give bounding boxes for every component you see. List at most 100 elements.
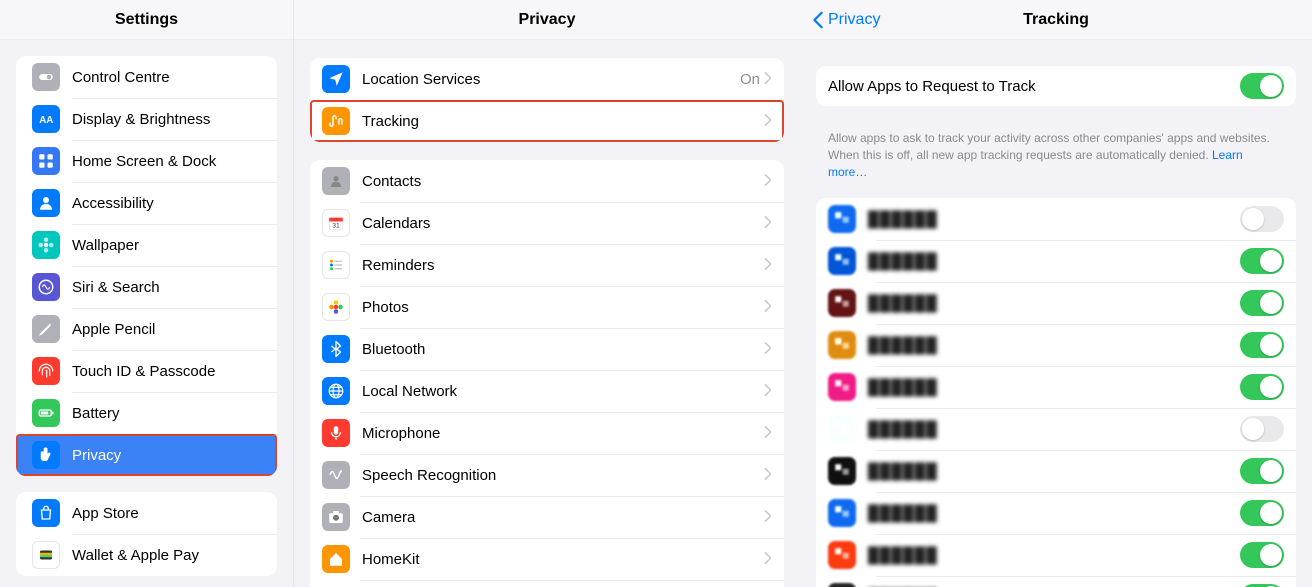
app-row[interactable]: ██████: [816, 576, 1296, 587]
row-label: Calendars: [362, 215, 764, 232]
app-row[interactable]: ██████: [816, 366, 1296, 408]
row-label: Speech Recognition: [362, 467, 764, 484]
app-label: ██████: [868, 379, 1240, 396]
row-contacts[interactable]: Contacts: [310, 160, 784, 202]
app-icon: [828, 457, 856, 485]
chevron-left-icon: [812, 11, 824, 29]
app-toggle[interactable]: [1240, 416, 1284, 442]
row-label: Microphone: [362, 425, 764, 442]
speech-icon: [322, 461, 350, 489]
row-location[interactable]: Location ServicesOn: [310, 58, 784, 100]
app-toggle[interactable]: [1240, 206, 1284, 232]
app-row[interactable]: ██████: [816, 534, 1296, 576]
accessibility-icon: [32, 189, 60, 217]
row-appstore[interactable]: App Store: [16, 492, 277, 534]
allow-apps-toggle[interactable]: [1240, 73, 1284, 99]
row-media[interactable]: Media & Apple Music: [310, 580, 784, 587]
row-siri[interactable]: Siri & Search: [16, 266, 277, 308]
control-centre-icon: [32, 63, 60, 91]
row-localnetwork[interactable]: Local Network: [310, 370, 784, 412]
row-speech[interactable]: Speech Recognition: [310, 454, 784, 496]
chevron-right-icon: [764, 257, 772, 274]
chevron-right-icon: [764, 113, 772, 130]
row-label: Local Network: [362, 383, 764, 400]
back-button[interactable]: Privacy: [812, 11, 880, 29]
back-label: Privacy: [828, 11, 880, 29]
home-screen-icon: [32, 147, 60, 175]
app-row[interactable]: ██████: [816, 450, 1296, 492]
row-touchid[interactable]: Touch ID & Passcode: [16, 350, 277, 392]
row-label: Display & Brightness: [72, 111, 265, 128]
homekit-icon: [322, 545, 350, 573]
row-display[interactable]: Display & Brightness: [16, 98, 277, 140]
row-label: Privacy: [72, 447, 265, 464]
bluetooth-icon: [322, 335, 350, 363]
touchid-icon: [32, 357, 60, 385]
app-label: ██████: [868, 295, 1240, 312]
row-camera[interactable]: Camera: [310, 496, 784, 538]
row-label: Photos: [362, 299, 764, 316]
app-label: ██████: [868, 253, 1240, 270]
contacts-icon: [322, 167, 350, 195]
row-label: Wallpaper: [72, 237, 265, 254]
pencil-icon: [32, 315, 60, 343]
app-toggle[interactable]: [1240, 500, 1284, 526]
app-toggle[interactable]: [1240, 248, 1284, 274]
allow-apps-label: Allow Apps to Request to Track: [828, 78, 1240, 95]
settings-title: Settings: [115, 11, 178, 29]
row-calendars[interactable]: Calendars: [310, 202, 784, 244]
row-label: App Store: [72, 505, 265, 522]
app-icon: [828, 247, 856, 275]
display-icon: [32, 105, 60, 133]
row-accessibility[interactable]: Accessibility: [16, 182, 277, 224]
row-value: On: [740, 71, 760, 88]
app-row[interactable]: ██████: [816, 240, 1296, 282]
privacy-title: Privacy: [519, 11, 576, 29]
row-control-centre[interactable]: Control Centre: [16, 56, 277, 98]
row-photos[interactable]: Photos: [310, 286, 784, 328]
row-label: Control Centre: [72, 69, 265, 86]
app-icon: [828, 499, 856, 527]
row-home-screen[interactable]: Home Screen & Dock: [16, 140, 277, 182]
row-wallet[interactable]: Wallet & Apple Pay: [16, 534, 277, 576]
row-privacy[interactable]: Privacy: [16, 434, 277, 476]
chevron-right-icon: [764, 509, 772, 526]
chevron-right-icon: [764, 341, 772, 358]
row-homekit[interactable]: HomeKit: [310, 538, 784, 580]
row-pencil[interactable]: Apple Pencil: [16, 308, 277, 350]
chevron-right-icon: [764, 551, 772, 568]
app-toggle[interactable]: [1240, 374, 1284, 400]
row-label: Battery: [72, 405, 265, 422]
row-label: Location Services: [362, 71, 740, 88]
row-reminders[interactable]: Reminders: [310, 244, 784, 286]
app-row[interactable]: ██████: [816, 198, 1296, 240]
row-label: Tracking: [362, 113, 764, 130]
app-label: ██████: [868, 211, 1240, 228]
app-toggle[interactable]: [1240, 332, 1284, 358]
row-tracking[interactable]: Tracking: [310, 100, 784, 142]
row-wallpaper[interactable]: Wallpaper: [16, 224, 277, 266]
app-icon: [828, 331, 856, 359]
reminders-icon: [322, 251, 350, 279]
row-battery[interactable]: Battery: [16, 392, 277, 434]
calendars-icon: [322, 209, 350, 237]
app-row[interactable]: ██████: [816, 282, 1296, 324]
battery-icon: [32, 399, 60, 427]
row-label: Accessibility: [72, 195, 265, 212]
app-toggle[interactable]: [1240, 542, 1284, 568]
row-label: Apple Pencil: [72, 321, 265, 338]
row-label: Camera: [362, 509, 764, 526]
app-icon: [828, 541, 856, 569]
app-toggle[interactable]: [1240, 458, 1284, 484]
app-row[interactable]: ██████: [816, 492, 1296, 534]
row-bluetooth[interactable]: Bluetooth: [310, 328, 784, 370]
row-label: Touch ID & Passcode: [72, 363, 265, 380]
localnetwork-icon: [322, 377, 350, 405]
app-row[interactable]: ██████: [816, 408, 1296, 450]
app-row[interactable]: ██████: [816, 324, 1296, 366]
row-microphone[interactable]: Microphone: [310, 412, 784, 454]
app-toggle[interactable]: [1240, 290, 1284, 316]
row-label: HomeKit: [362, 551, 764, 568]
chevron-right-icon: [764, 71, 772, 88]
allow-apps-row[interactable]: Allow Apps to Request to Track: [816, 66, 1296, 106]
